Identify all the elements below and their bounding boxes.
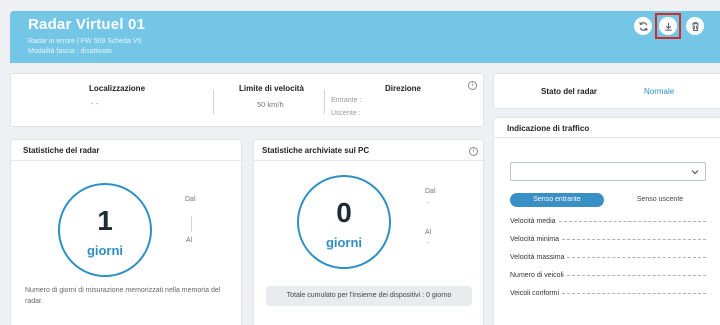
traffic-period-select[interactable] [510,162,706,181]
radar-stats-note: Numero di giorni di misurazione memorizz… [25,287,221,305]
trash-icon [691,21,699,31]
delete-button[interactable] [686,17,704,35]
from-date-label: Dal [185,196,196,203]
incoming-direction-label: Entrante : [331,97,362,104]
dotted-leader [566,275,706,276]
to-date-label: Al [425,229,432,236]
card-header: Statistiche archiviate sul PC i [254,140,483,161]
info-icon[interactable]: i [469,147,478,156]
radar-status-label: Stato del radar [541,87,598,96]
stat-label: Veicoli conformi [510,290,560,297]
radar-status-value: Normale [644,87,675,96]
radar-stats-card: Statistiche del radar 1 giorni Dal Al Nu… [10,139,242,325]
stat-row-maximum-speed: Velocità massima [510,254,706,261]
radar-stats-title: Statistiche del radar [23,146,100,155]
info-icon[interactable]: i [468,81,477,90]
stat-row-minimum-speed: Velocità minima [510,236,706,243]
outgoing-direction-label: Uscente : [331,110,361,117]
refresh-icon [638,21,648,31]
traffic-title: Indicazione di traffico [507,124,590,133]
dotted-leader [567,257,706,258]
pc-stats-card: Statistiche archiviate sul PC i 0 giorni… [253,139,484,325]
dotted-leader [562,239,706,240]
location-label: Localizzazione [89,84,146,93]
stored-days-circle: 1 giorni [58,183,152,277]
card-header: Statistiche del radar [11,140,241,161]
divider [213,90,214,114]
speed-limit-label: Limite di velocità [239,84,304,93]
direction-label: Direzione [385,84,422,93]
from-date-value: - [427,200,430,207]
dotted-leader [558,221,706,222]
chevron-down-icon [691,170,699,175]
stat-label: Velocità media [510,218,556,225]
card-header: Indicazione di traffico [494,118,720,138]
stat-label: Numero di veicoli [510,272,564,279]
archived-days-circle: 0 giorni [297,175,391,269]
download-highlight-frame [655,13,681,39]
stat-row-average-speed: Velocità media [510,218,706,225]
radar-status-card: Stato del radar Normale [493,73,720,109]
speed-limit-value: 50 km/h [257,100,284,109]
radar-info-card: Localizzazione - - Limite di velocità 50… [10,73,484,127]
to-date-label: Al [186,237,193,244]
divider [324,90,325,114]
archived-days-unit: giorni [325,235,363,250]
stored-days-count: 1 [97,205,113,236]
stored-days-unit: giorni [86,243,124,258]
refresh-button[interactable] [634,17,652,35]
radar-header: Radar Virtuel 01 Radar in errore | FW 50… [10,11,720,63]
date-range-divider [191,216,192,232]
cumulative-total-note: Totale cumulato per l'insieme dei dispos… [266,286,472,306]
radar-subtitle: Radar in errore | FW 509 Scheda V5 [28,38,142,45]
tab-incoming-direction[interactable]: Senso entrante [510,193,604,207]
stat-label: Velocità massima [510,254,565,261]
stat-row-compliant-vehicles: Veicoli conformi [510,290,706,297]
pc-stats-title: Statistiche archiviate sul PC [262,146,370,155]
archived-days-count: 0 [336,197,352,228]
stat-label: Velocità minima [510,236,560,243]
band-mode-status: Modalità fascia : disattivato [28,48,113,55]
radar-title: Radar Virtuel 01 [28,16,146,33]
stat-row-vehicle-count: Numero di veicoli [510,272,706,279]
location-value: - - [91,99,99,108]
tab-outgoing-direction[interactable]: Senso uscente [614,193,706,207]
dotted-leader [562,293,706,294]
to-date-value: - [427,240,430,247]
from-date-label: Dal [425,188,436,195]
